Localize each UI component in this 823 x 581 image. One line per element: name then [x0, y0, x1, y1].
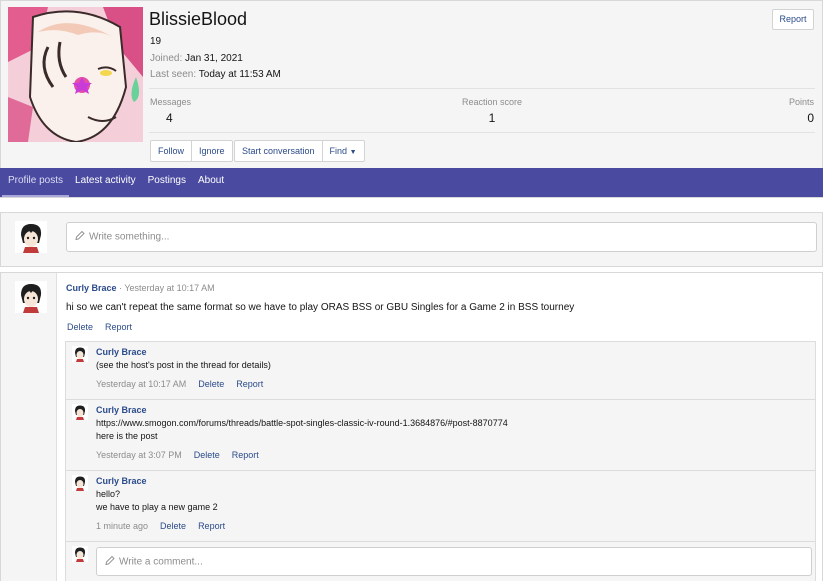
comment-time[interactable]: 1 minute ago: [96, 521, 148, 531]
post-author-avatar[interactable]: [15, 281, 47, 313]
joined-value: Jan 31, 2021: [185, 53, 243, 64]
comment-text: hello?: [96, 489, 121, 499]
profile-last-seen: Last seen: Today at 11:53 AM: [150, 69, 281, 80]
comment-placeholder-text: Write a comment...: [119, 556, 203, 567]
comment-report-link[interactable]: Report: [236, 379, 263, 389]
stat-points-value[interactable]: 0: [789, 111, 814, 125]
tab-postings[interactable]: Postings: [142, 168, 192, 197]
comment-link[interactable]: https://www.smogon.com/forums/threads/ba…: [96, 418, 508, 428]
comment-item: Curly Brace hello? we have to play a new…: [66, 471, 815, 542]
post-actions: Delete Report: [67, 322, 132, 332]
post-sidebar: [1, 273, 57, 581]
current-user-avatar-small[interactable]: [72, 546, 88, 562]
comment-report-link[interactable]: Report: [198, 521, 225, 531]
joined-label: Joined:: [150, 53, 183, 64]
conversation-find-group: Start conversation Find ▼: [234, 140, 365, 162]
comment-author[interactable]: Curly Brace: [96, 405, 147, 415]
write-placeholder: Write something...: [75, 230, 170, 244]
comment-delete-link[interactable]: Delete: [194, 450, 220, 460]
comment-placeholder: Write a comment...: [105, 555, 203, 568]
comment-meta: Yesterday at 10:17 AM Delete Report: [96, 379, 263, 389]
stat-reaction-value[interactable]: 1: [462, 111, 522, 125]
start-conversation-button[interactable]: Start conversation: [235, 141, 323, 161]
comment-meta: Yesterday at 3:07 PM Delete Report: [96, 450, 259, 460]
find-button[interactable]: Find ▼: [323, 141, 364, 161]
profile-avatar-image: [8, 7, 143, 142]
comment-author-avatar-image: [72, 404, 88, 420]
stat-reaction-score: Reaction score 1: [462, 97, 522, 125]
tab-profile-posts[interactable]: Profile posts: [2, 168, 70, 197]
stat-messages-value[interactable]: 4: [150, 111, 191, 125]
comment-author-avatar[interactable]: [72, 475, 88, 491]
post-body: hi so we can't repeat the same format so…: [66, 302, 575, 313]
comment-meta: 1 minute ago Delete Report: [96, 521, 225, 531]
last-seen-value[interactable]: Today at 11:53 AM: [199, 69, 281, 80]
post-author-avatar-image: [15, 281, 47, 313]
profile-age: 19: [150, 36, 162, 47]
comment-time[interactable]: Yesterday at 10:17 AM: [96, 379, 186, 389]
comment-time[interactable]: Yesterday at 3:07 PM: [96, 450, 182, 460]
stat-messages-label: Messages: [150, 97, 192, 107]
stat-messages: Messages 4: [150, 97, 191, 125]
stat-points: Points 0: [789, 97, 814, 125]
stat-reaction-label: Reaction score: [462, 97, 523, 107]
new-comment: Write a comment...: [66, 542, 815, 581]
comments-list: Curly Brace (see the host's post in the …: [65, 341, 816, 581]
comment-delete-link[interactable]: Delete: [198, 379, 224, 389]
profile-avatar[interactable]: [8, 7, 143, 142]
current-user-avatar-image: [15, 221, 47, 253]
follow-button[interactable]: Follow: [151, 141, 193, 161]
tab-latest-activity[interactable]: Latest activity: [69, 168, 142, 197]
write-placeholder-text: Write something...: [89, 231, 170, 243]
write-comment-input[interactable]: Write a comment...: [96, 547, 812, 576]
tab-about[interactable]: About: [192, 168, 230, 197]
write-something-input[interactable]: Write something...: [66, 222, 817, 252]
post-time[interactable]: Yesterday at 10:17 AM: [124, 283, 214, 293]
comment-item: Curly Brace (see the host's post in the …: [66, 342, 815, 400]
comment-author[interactable]: Curly Brace: [96, 347, 147, 357]
find-button-label: Find: [329, 146, 348, 156]
comment-report-link[interactable]: Report: [232, 450, 259, 460]
comment-author-avatar[interactable]: [72, 404, 88, 420]
profile-post: Curly Brace · Yesterday at 10:17 AM hi s…: [0, 272, 823, 581]
follow-ignore-group: Follow Ignore: [150, 140, 233, 162]
post-delete-link[interactable]: Delete: [67, 322, 93, 332]
stat-points-label: Points: [788, 97, 814, 107]
stats-divider-bottom: [149, 132, 815, 133]
stats-divider-top: [149, 88, 815, 89]
post-header: Curly Brace · Yesterday at 10:17 AM: [66, 283, 215, 293]
comment-author-avatar-image: [72, 346, 88, 362]
comment-text: (see the host's post in the thread for d…: [96, 360, 271, 370]
profile-username: BlissieBlood: [149, 9, 248, 29]
comment-text: here is the post: [96, 431, 158, 441]
new-profile-post: Write something...: [0, 212, 823, 267]
post-report-link[interactable]: Report: [105, 322, 132, 332]
comment-author[interactable]: Curly Brace: [96, 476, 147, 486]
report-profile-button[interactable]: Report: [772, 9, 814, 30]
ignore-button[interactable]: Ignore: [192, 141, 232, 161]
comment-item: Curly Brace https://www.smogon.com/forum…: [66, 400, 815, 471]
pencil-icon: [75, 230, 85, 244]
comment-delete-link[interactable]: Delete: [160, 521, 186, 531]
pencil-icon: [105, 555, 115, 568]
comment-author-avatar-image: [72, 475, 88, 491]
post-author[interactable]: Curly Brace: [66, 283, 117, 293]
current-user-avatar-small-image: [72, 546, 88, 562]
last-seen-label: Last seen:: [150, 69, 197, 80]
caret-down-icon: ▼: [349, 149, 357, 156]
comment-author-avatar[interactable]: [72, 346, 88, 362]
comment-text: we have to play a new game 2: [96, 502, 218, 512]
profile-tabs: Profile posts Latest activity Postings A…: [0, 168, 823, 197]
profile-joined: Joined: Jan 31, 2021: [150, 53, 243, 64]
current-user-avatar[interactable]: [15, 221, 47, 253]
